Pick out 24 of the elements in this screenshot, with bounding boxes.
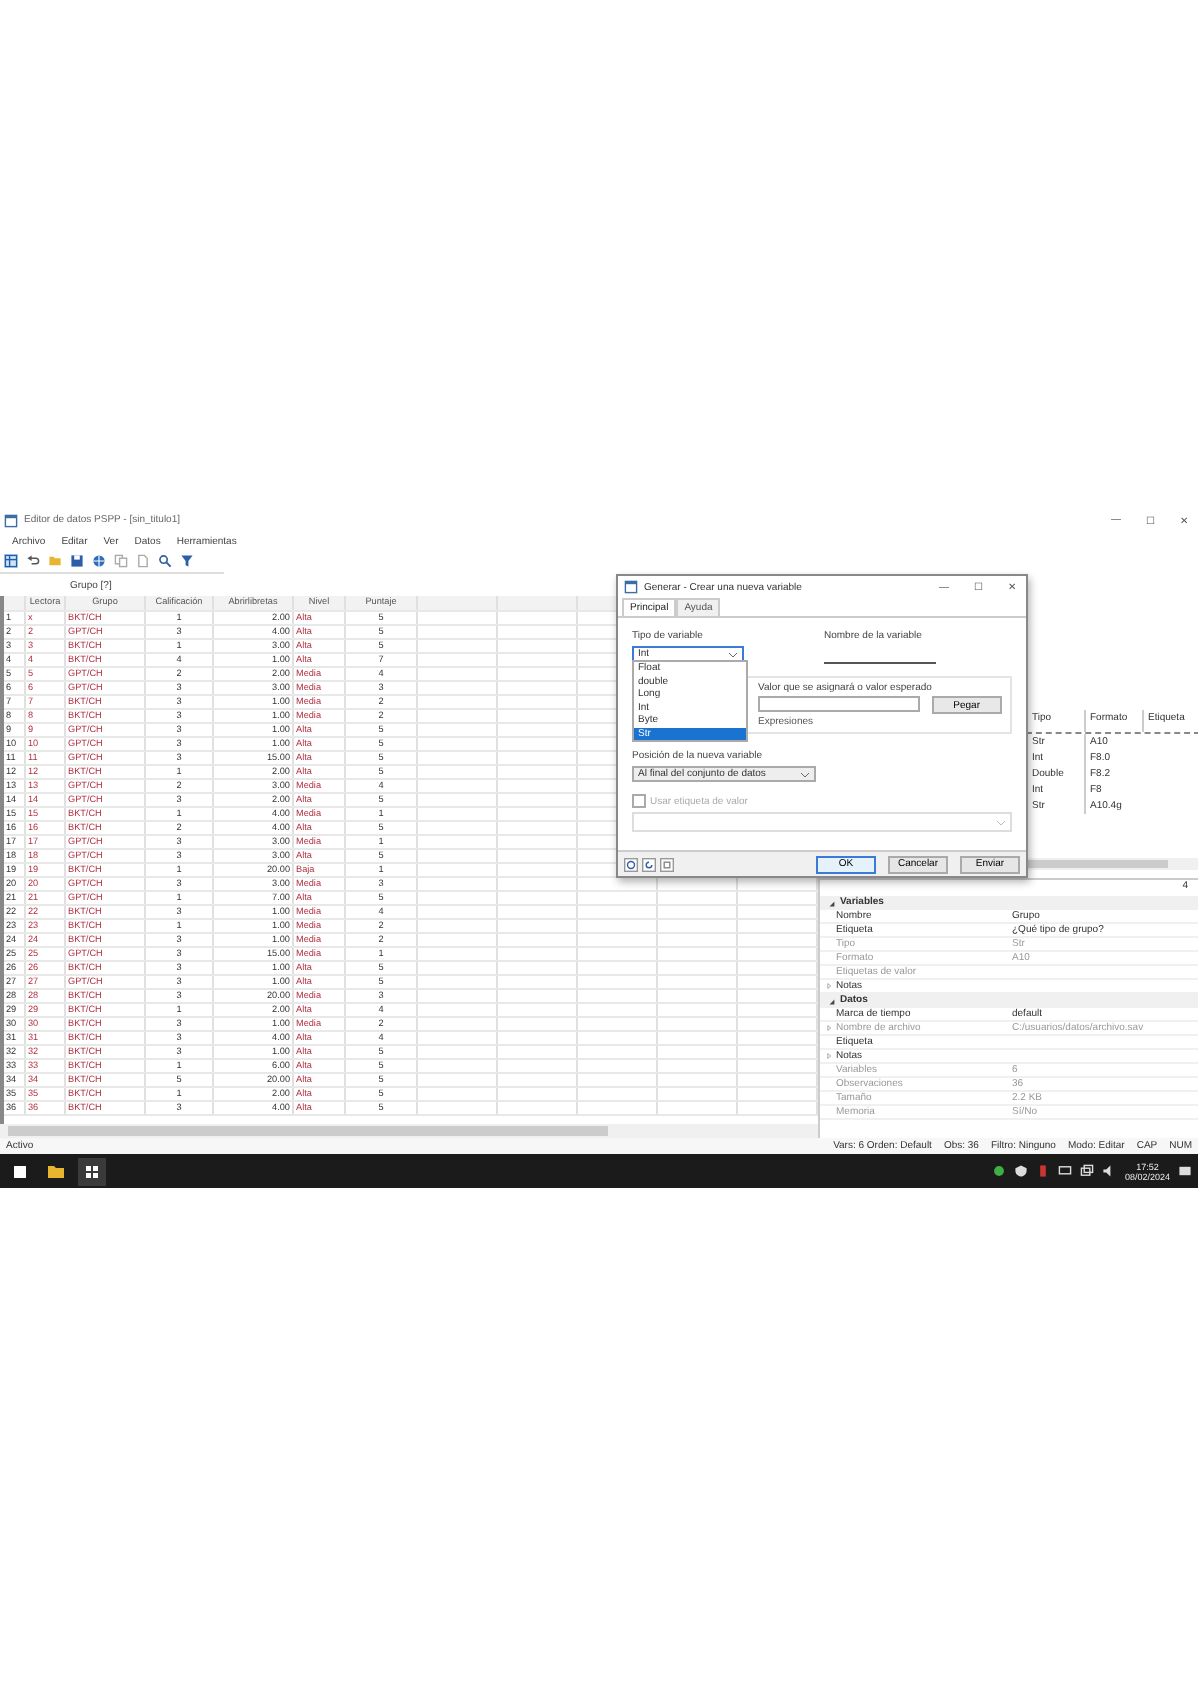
save-icon[interactable]: [70, 554, 84, 568]
refresh-icon[interactable]: [642, 857, 656, 871]
network-icon[interactable]: [1080, 1164, 1095, 1178]
filter-icon[interactable]: [180, 554, 194, 568]
copy-icon[interactable]: [660, 857, 674, 871]
chevron-down-icon: [800, 771, 810, 777]
shield-icon[interactable]: [1014, 1164, 1029, 1178]
search-icon[interactable]: [158, 554, 172, 568]
help-icon[interactable]: [624, 857, 638, 871]
monitor-icon[interactable]: [1058, 1164, 1073, 1178]
status-icon[interactable]: [992, 1164, 1007, 1178]
scrollbar-thumb[interactable]: [8, 1126, 608, 1136]
grid-icon[interactable]: [4, 554, 18, 568]
globe-icon[interactable]: [92, 554, 106, 568]
expand-arrow-icon[interactable]: [828, 997, 836, 1005]
app-icon: [4, 513, 18, 527]
dialog-icon: [624, 580, 638, 594]
chevron-down-icon: [996, 819, 1006, 825]
expand-arrow-icon[interactable]: [828, 899, 836, 907]
notification-icon[interactable]: [1178, 1164, 1192, 1178]
undo-icon[interactable]: [26, 554, 40, 568]
expression-field[interactable]: [758, 696, 920, 712]
chevron-down-icon: [728, 651, 738, 657]
app-icon[interactable]: [78, 1157, 106, 1185]
